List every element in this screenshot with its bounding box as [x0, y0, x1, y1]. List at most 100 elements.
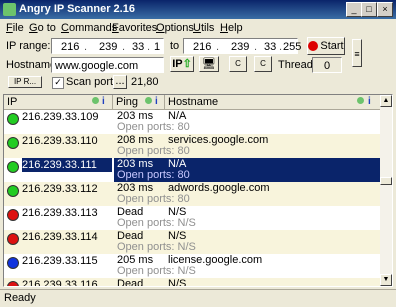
ip-from-octet-4: 1 — [154, 41, 161, 53]
row-details: Dead N/S Open ports: N/S — [114, 206, 380, 230]
start-button-label: Start — [320, 40, 344, 52]
row-hostname: N/S — [168, 278, 187, 287]
ip-to-octet-2: 239 — [231, 41, 250, 53]
row-ping: Dead — [117, 278, 144, 287]
menu-file-label: ile — [12, 22, 24, 34]
menu-help-mnemonic: H — [220, 22, 228, 34]
menu-commands[interactable]: Commands — [61, 22, 117, 34]
table-row[interactable]: 216.239.33.113 Dead N/S Open ports: N/S — [4, 206, 380, 230]
ip-from-octet-3: 33 — [132, 41, 145, 53]
ports-value: 21,80 — [131, 76, 159, 88]
status-dot — [7, 137, 19, 149]
main-window: Angry IP Scanner 2.16 _ □ × File Go to C… — [0, 0, 396, 306]
column-header-hostname-label: Hostname — [168, 96, 219, 108]
results-list[interactable]: IP i Ping i Hostname i 216.239.33.109 20… — [3, 94, 393, 287]
menu-goto-label: o to — [37, 22, 56, 34]
table-row[interactable]: 216.239.33.110 208 ms services.google.co… — [4, 134, 380, 158]
row-ip: 216.239.33.115 — [22, 255, 98, 267]
table-row[interactable]: 216.239.33.114 Dead N/S Open ports: N/S — [4, 230, 380, 254]
ip-to-octet-3: 33 — [264, 41, 277, 53]
list-header: IP i Ping i Hostname i — [4, 95, 380, 110]
ip-lookup-button[interactable]: IP⇧ — [170, 56, 194, 72]
row-open-ports: Open ports: N/S — [117, 217, 196, 229]
row-open-ports: Open ports: 80 — [117, 145, 190, 157]
table-row[interactable]: 216.239.33.112 203 ms adwords.google.com… — [4, 182, 380, 206]
ip-to-octet-4: 255 — [283, 41, 302, 53]
menu-help[interactable]: Help — [220, 22, 243, 34]
column-header-hostname[interactable]: Hostname i — [165, 95, 380, 109]
ip-from-field[interactable]: 216 . 239 . 33 . 1 — [51, 38, 164, 54]
column-header-ip[interactable]: IP i — [4, 95, 113, 109]
class-c-next-button[interactable]: C — [254, 56, 272, 72]
app-icon — [3, 3, 16, 16]
ports-config-button[interactable]: ... — [113, 75, 127, 89]
status-dot — [7, 209, 19, 221]
minimize-button[interactable]: _ — [346, 2, 362, 17]
menu-goto-mnemonic: G — [29, 22, 38, 34]
row-open-ports: Open ports: 80 — [117, 169, 190, 181]
hostname-input[interactable]: www.google.com — [51, 57, 164, 73]
row-details: 208 ms services.google.com Open ports: 8… — [114, 134, 380, 158]
status-dot — [7, 281, 19, 286]
ip-from-dot-1: . — [84, 41, 88, 53]
ip-from-octet-2: 239 — [99, 41, 118, 53]
window-title: Angry IP Scanner 2.16 — [19, 3, 135, 15]
menu-favorites[interactable]: Favorites — [112, 22, 157, 34]
menu-commands-mnemonic: C — [61, 22, 69, 34]
ip-from-octet-1: 216 — [61, 41, 80, 53]
ip-to-dot-1: . — [216, 41, 220, 53]
scroll-down-icon[interactable]: ▼ — [380, 274, 392, 286]
row-details: 203 ms N/A Open ports: 80 — [114, 158, 380, 182]
column-header-ping[interactable]: Ping i — [113, 95, 165, 109]
column-ping-status-icon — [145, 97, 152, 104]
column-ping-info-icon: i — [155, 96, 158, 107]
scroll-up-icon[interactable]: ▲ — [380, 95, 392, 107]
table-row[interactable]: 216.239.33.115 205 ms license.google.com… — [4, 254, 380, 278]
row-details: 203 ms adwords.google.com Open ports: 80 — [114, 182, 380, 206]
vertical-scrollbar[interactable]: ▲ ▼ — [380, 95, 392, 286]
ip-to-octet-1: 216 — [193, 41, 212, 53]
status-dot — [7, 233, 19, 245]
computer-icon: 🖥 — [202, 58, 216, 70]
home-ip-button[interactable]: 🖥 — [199, 56, 219, 72]
to-label: to — [170, 40, 180, 52]
ip-range-type-button[interactable]: IP R... — [8, 76, 42, 88]
menu-utils[interactable]: Utils — [193, 22, 214, 34]
column-host-status-icon — [357, 97, 364, 104]
menu-favorites-mnemonic: F — [112, 22, 119, 34]
close-button[interactable]: × — [377, 2, 393, 17]
column-header-ip-label: IP — [7, 96, 18, 108]
toolbar-handle-icon[interactable]: ≡ — [352, 39, 362, 67]
row-open-ports: Open ports: N/S — [117, 265, 196, 277]
table-row[interactable]: 216.239.33.109 203 ms N/A Open ports: 80 — [4, 110, 380, 134]
row-ip: 216.239.33.110 — [22, 135, 98, 147]
menu-goto[interactable]: Go to — [29, 22, 56, 34]
status-dot — [7, 257, 19, 269]
title-bar[interactable]: Angry IP Scanner 2.16 _ □ × — [0, 0, 396, 19]
row-details: 203 ms N/A Open ports: 80 — [114, 110, 380, 134]
menu-options[interactable]: Options — [156, 22, 194, 34]
menu-options-mnemonic: O — [156, 22, 165, 34]
ip-to-field[interactable]: 216 . 239 . 33 . 255 — [183, 38, 302, 54]
table-row[interactable]: 216.239.33.116 Dead N/S — [4, 278, 380, 287]
row-details: Dead N/S Open ports: N/S — [114, 230, 380, 254]
ip-lookup-label: IP — [172, 58, 183, 70]
class-c-button[interactable]: C — [229, 56, 247, 72]
scroll-thumb[interactable] — [380, 177, 392, 185]
status-bar: Ready — [0, 289, 396, 307]
scan-ports-checkbox[interactable]: ✓ — [52, 77, 64, 89]
row-open-ports: Open ports: N/S — [117, 241, 196, 253]
menu-commands-label: ommands — [68, 22, 118, 34]
stop-sign-icon — [308, 41, 319, 52]
start-button[interactable]: Start — [307, 37, 345, 55]
menu-file[interactable]: File — [6, 22, 24, 34]
maximize-button[interactable]: □ — [361, 2, 377, 17]
ip-from-dot-3: . — [147, 41, 151, 53]
column-ip-info-icon: i — [102, 96, 105, 107]
column-ip-status-icon — [92, 97, 99, 104]
class-c-icon: C — [235, 59, 241, 68]
row-ip: 216.239.33.112 — [22, 183, 98, 195]
table-row-selected[interactable]: 216.239.33.111 203 ms N/A Open ports: 80 — [4, 158, 380, 182]
ip-range-label: IP range: — [6, 40, 51, 52]
menu-options-label: ptions — [164, 22, 194, 34]
